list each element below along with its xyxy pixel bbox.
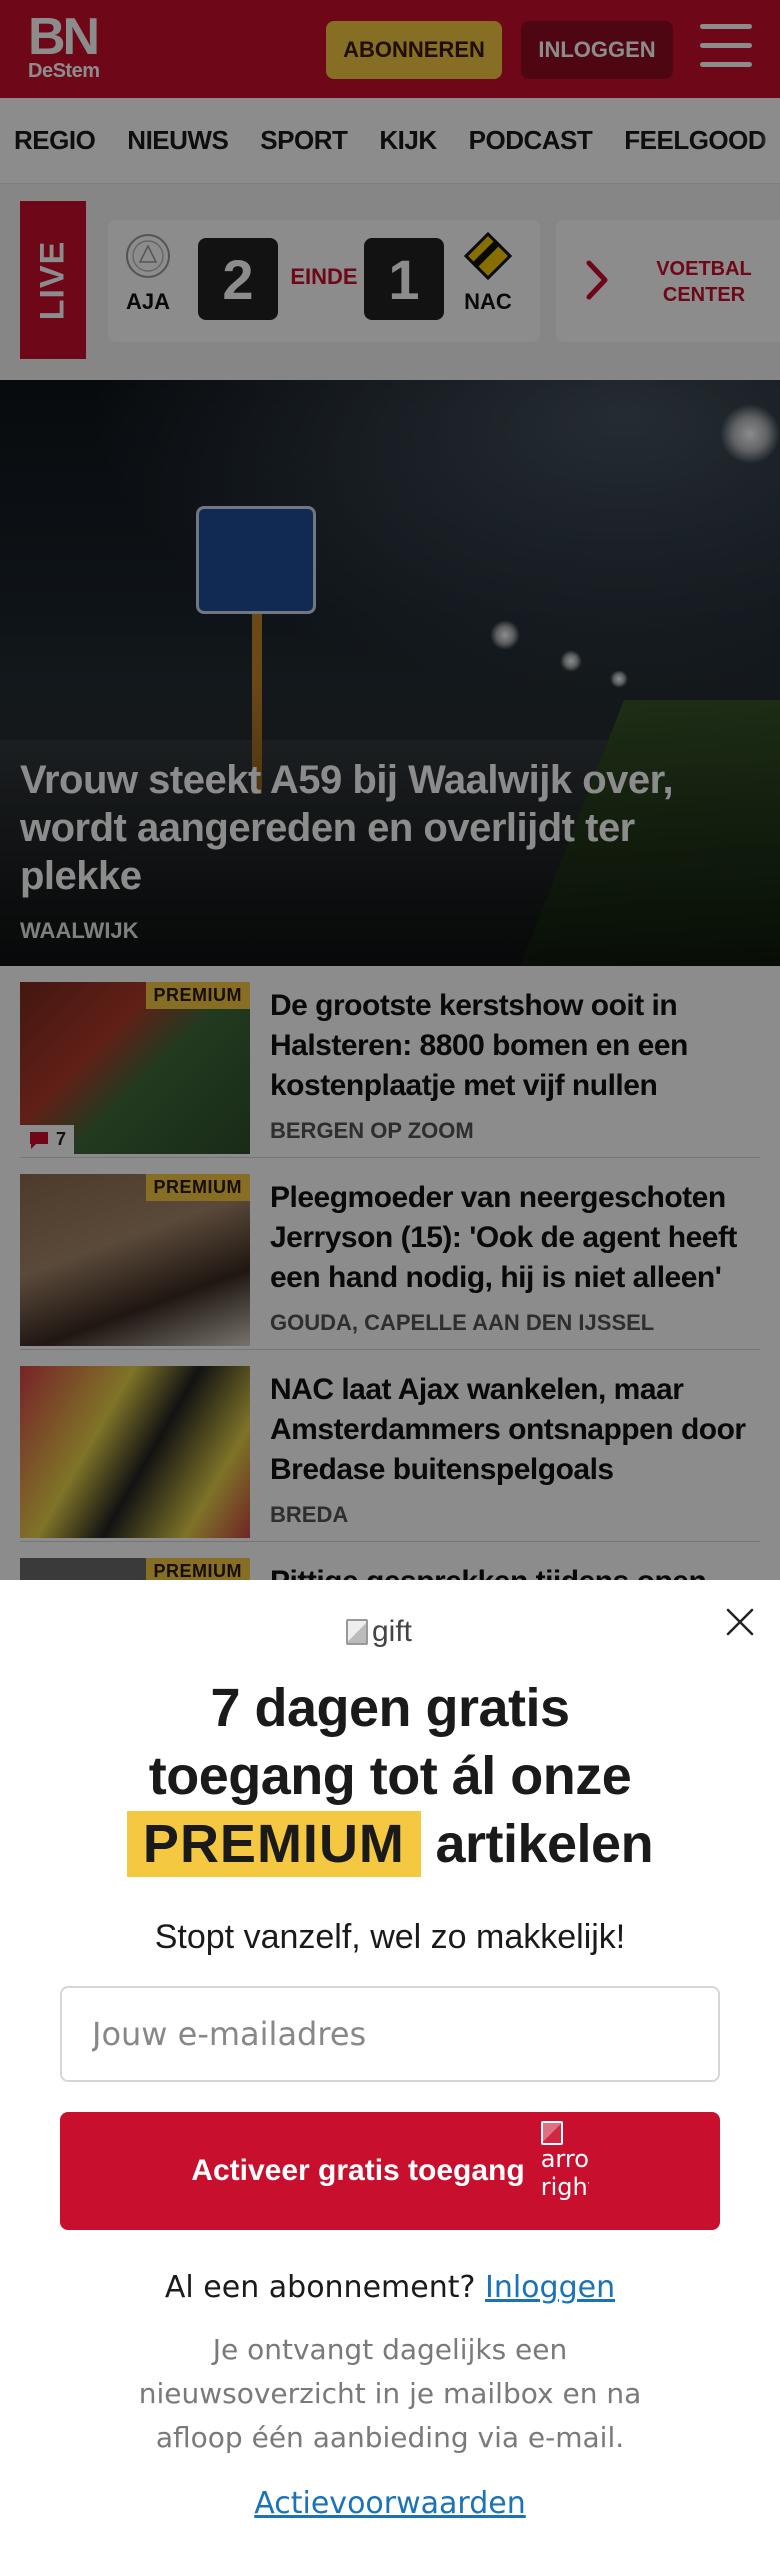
popup-login-link[interactable]: Inloggen bbox=[485, 2270, 615, 2305]
close-icon[interactable] bbox=[722, 1604, 758, 1640]
modal-backdrop[interactable] bbox=[0, 0, 780, 1580]
premium-trial-popup: gift 7 dagen gratis toegang tot ál onze … bbox=[0, 1580, 780, 2560]
terms-link[interactable]: Actievoorwaarden bbox=[0, 2486, 780, 2521]
arrow-right-icon: arrow-right bbox=[540, 2121, 589, 2221]
gift-icon: gift bbox=[346, 1612, 436, 1652]
existing-subscription-text: Al een abonnement? bbox=[164, 2270, 476, 2305]
headline-line-3-text: artikelen bbox=[435, 1814, 654, 1874]
activate-trial-button[interactable]: Activeer gratis toegang arrow-right bbox=[60, 2112, 720, 2230]
broken-image-icon bbox=[346, 1619, 368, 1645]
headline-line-1: 7 dagen gratis bbox=[210, 1678, 570, 1738]
popup-headline: 7 dagen gratis toegang tot ál onze PREMI… bbox=[0, 1674, 780, 1878]
activate-trial-label: Activeer gratis toegang bbox=[191, 2154, 525, 2187]
headline-line-3: PREMIUM artikelen bbox=[0, 1810, 780, 1878]
arrow-right-alt-text: arrow-right bbox=[540, 2145, 589, 2201]
headline-line-2: toegang tot ál onze bbox=[148, 1746, 632, 1806]
premium-highlight: PREMIUM bbox=[126, 1811, 421, 1877]
popup-subtitle: Stopt vanzelf, wel zo makkelijk! bbox=[154, 1918, 626, 1956]
existing-subscription-line: Al een abonnement? Inloggen bbox=[0, 2270, 780, 2305]
popup-fineprint: Je ontvangt dagelijks een nieuwsoverzich… bbox=[138, 2333, 642, 2454]
email-input[interactable] bbox=[60, 1986, 720, 2082]
gift-alt-text: gift bbox=[372, 1615, 413, 1648]
broken-image-icon bbox=[540, 2121, 563, 2145]
